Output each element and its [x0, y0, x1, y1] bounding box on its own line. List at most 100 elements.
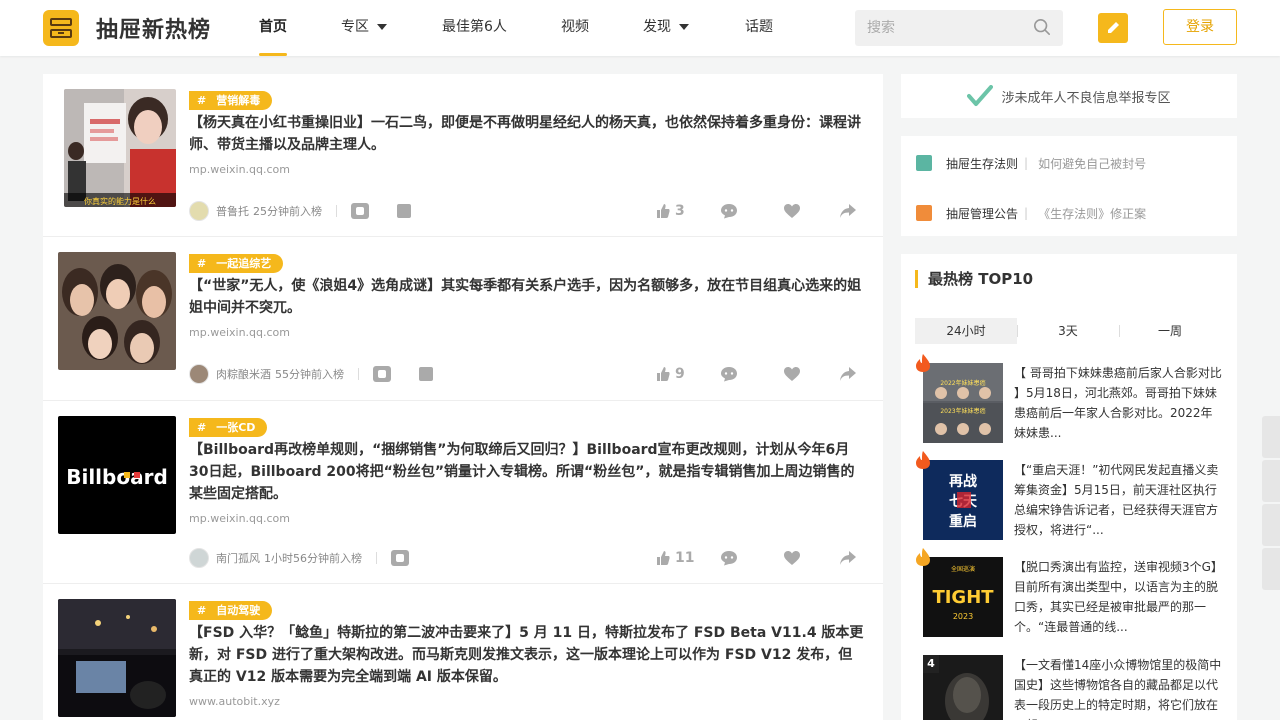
hot-item[interactable]: 2022年妹妹患癌 2023年妹妹患癌 【 哥哥拍下妹妹患癌前后家人合影对比 】… — [915, 354, 1222, 443]
hot-item[interactable]: 全国巡演 TIGHT 2023 【脱口秀演出有监控，送审视频3个G】目前所有演出… — [915, 548, 1222, 637]
nav-video[interactable]: 视频 — [561, 0, 589, 56]
favorite-button[interactable] — [783, 548, 801, 568]
floating-toolbar — [1262, 416, 1280, 592]
avatar[interactable] — [189, 201, 209, 221]
mobile-app-tab[interactable] — [1262, 460, 1280, 502]
share-card-icon[interactable] — [373, 366, 391, 382]
top10-title: 最热榜 TOP10 — [915, 270, 1033, 288]
post-source[interactable]: www.autobit.xyz — [189, 695, 280, 708]
report-text: 涉未成年人不良信息举报专区 — [1001, 90, 1171, 106]
topic-tag[interactable]: # 自动驾驶 — [189, 601, 273, 620]
share-card-icon[interactable] — [351, 203, 369, 219]
author-name[interactable]: 南门孤风 — [216, 550, 260, 566]
hot-thumbnail[interactable]: 2022年妹妹患癌 2023年妹妹患癌 — [923, 363, 1003, 443]
tab-24h[interactable]: 24小时 — [915, 318, 1017, 344]
topic-tag[interactable]: # 营销解毒 — [189, 91, 273, 110]
feed-post: # 自动驾驶 【FSD 入华？「鲶鱼」特斯拉的第二波冲击要来了】5 月 11 日，… — [43, 584, 883, 720]
nav-zones[interactable]: 专区 — [341, 0, 387, 56]
favorite-button[interactable] — [783, 364, 801, 384]
top10-panel: 最热榜 TOP10 24小时 3天 一周 2022年妹妹患癌 2023年妹妹患癌… — [901, 254, 1237, 720]
feedback-tab[interactable] — [1262, 416, 1280, 458]
share-arrow-icon — [840, 551, 856, 565]
post-thumbnail[interactable]: 你真实的能力是什么 — [64, 89, 176, 207]
favorite-button[interactable] — [783, 201, 801, 221]
post-meta: 肉粽酿米酒 55分钟前入榜 — [189, 364, 433, 384]
thumbs-up-icon — [657, 551, 670, 565]
comment-button[interactable] — [720, 201, 738, 221]
search-icon[interactable] — [1033, 18, 1051, 36]
hot-item-text[interactable]: 【 哥哥拍下妹妹患癌前后家人合影对比 】5月18日，河北燕郊。哥哥拍下妹妹患癌前… — [1014, 363, 1222, 443]
tab-3days[interactable]: 3天 — [1017, 318, 1119, 344]
share-card-icon[interactable] — [391, 550, 409, 566]
topic-tag[interactable]: # 一张CD — [189, 418, 268, 437]
login-button[interactable]: 登录 — [1163, 9, 1237, 45]
author-name[interactable]: 肉粽酿米酒 — [216, 366, 271, 382]
thumbs-up-icon — [657, 367, 670, 381]
site-logo[interactable]: 抽屉新热榜 — [43, 10, 211, 46]
check-mark-icon — [967, 85, 994, 106]
like-button[interactable]: 11 — [655, 548, 694, 568]
topic-tag[interactable]: # 一起追综艺 — [189, 254, 284, 273]
nav-topics[interactable]: 话题 — [745, 0, 773, 56]
notice-links: 抽屉生存法则 | 如何避免自己被封号 抽屉管理公告 | 《生存法则》修正案 — [901, 136, 1237, 236]
tab-week[interactable]: 一周 — [1119, 318, 1221, 344]
wechat-tab[interactable] — [1262, 548, 1280, 590]
drawer-logo-icon — [43, 10, 79, 46]
share-button[interactable] — [839, 364, 857, 384]
compose-button[interactable] — [1098, 13, 1128, 43]
hot-item-text[interactable]: 【“重启天涯！”初代网民发起直播义卖筹集资金】5月15日，前天涯社区执行总编宋铮… — [1014, 460, 1222, 540]
hot-thumbnail[interactable]: 再战 七天 重启 — [923, 460, 1003, 540]
hot-item[interactable]: 再战 七天 重启 【“重启天涯！”初代网民发起直播义卖筹集资金】5月15日，前天… — [915, 451, 1222, 540]
heart-icon — [784, 367, 800, 381]
weibo-tab[interactable] — [1262, 504, 1280, 546]
share-button[interactable] — [839, 201, 857, 221]
post-thumbnail[interactable] — [58, 252, 176, 370]
post-source[interactable]: mp.weixin.qq.com — [189, 512, 290, 525]
post-title[interactable]: 【FSD 入华？「鲶鱼」特斯拉的第二波冲击要来了】5 月 11 日，特斯拉发布了… — [189, 622, 865, 688]
post-meta: 南门孤风 1小时56分钟前入榜 — [189, 548, 409, 568]
nav-best-sixth[interactable]: 最佳第6人 — [442, 0, 507, 56]
search-input[interactable] — [855, 10, 1025, 46]
hot-thumbnail[interactable]: 全国巡演 TIGHT 2023 — [923, 557, 1003, 637]
post-title[interactable]: 【Billboard再改榜单规则，“捆绑销售”为何取缔后又回归？】Billboa… — [189, 439, 865, 505]
post-title[interactable]: 【“世家”无人，使《浪姐4》选角成谜】其实每季都有关系户选手，因为名额够多，放在… — [189, 275, 865, 319]
nav-discover[interactable]: 发现 — [643, 0, 689, 56]
post-thumbnail[interactable] — [58, 599, 176, 717]
link-survival-rules[interactable]: 抽屉生存法则 | 如何避免自己被封号 — [916, 153, 1146, 173]
feed-post: # 一起追综艺 【“世家”无人，使《浪姐4》选角成谜】其实每季都有关系户选手，因为… — [43, 237, 883, 401]
hot-item[interactable]: 4 【一文看懂14座小众博物馆里的极简中国史】这些博物馆各自的藏品都足以代表一段… — [915, 655, 1221, 720]
flame-icon — [916, 548, 930, 566]
chevron-down-icon — [679, 24, 689, 30]
post-time: 25分钟前入榜 — [253, 205, 322, 218]
heart-icon — [784, 551, 800, 565]
comment-button[interactable] — [720, 364, 738, 384]
post-title[interactable]: 【杨天真在小红书重操旧业】一石二鸟，即便是不再做明星经纪人的杨天真，也依然保持着… — [189, 112, 865, 156]
search-box — [855, 10, 1063, 46]
document-icon[interactable] — [419, 367, 433, 381]
comment-icon — [721, 367, 737, 382]
time-range-tabs: 24小时 3天 一周 — [915, 318, 1221, 344]
avatar[interactable] — [189, 548, 209, 568]
link-admin-notice[interactable]: 抽屉管理公告 | 《生存法则》修正案 — [916, 203, 1146, 223]
post-source[interactable]: mp.weixin.qq.com — [189, 163, 290, 176]
comment-button[interactable] — [720, 548, 738, 568]
document-icon[interactable] — [397, 204, 411, 218]
like-count: 3 — [675, 203, 685, 219]
comment-icon — [721, 204, 737, 219]
share-button[interactable] — [839, 548, 857, 568]
hot-item-text[interactable]: 【一文看懂14座小众博物馆里的极简中国史】这些博物馆各自的藏品都足以代表一段历史… — [1014, 655, 1222, 720]
top-header: 抽屉新热榜 首页 专区 最佳第6人 视频 发现 话题 登录 — [0, 0, 1280, 56]
post-source[interactable]: mp.weixin.qq.com — [189, 326, 290, 339]
chevron-down-icon — [377, 24, 387, 30]
like-button[interactable]: 9 — [655, 364, 685, 384]
minor-report-banner[interactable]: 涉未成年人不良信息举报专区 — [901, 74, 1237, 118]
thumbnail-caption: Billboard — [66, 465, 168, 489]
share-arrow-icon — [840, 367, 856, 381]
nav-home[interactable]: 首页 — [259, 0, 287, 56]
hot-item-text[interactable]: 【脱口秀演出有监控，送审视频3个G】目前所有演出类型中，以语言为主的脱口秀，其实… — [1014, 557, 1222, 637]
avatar[interactable] — [189, 364, 209, 384]
post-meta: 普鲁托 25分钟前入榜 — [189, 201, 411, 221]
post-thumbnail[interactable]: Billboard — [58, 416, 176, 534]
author-name[interactable]: 普鲁托 — [216, 203, 249, 219]
like-button[interactable]: 3 — [655, 201, 685, 221]
